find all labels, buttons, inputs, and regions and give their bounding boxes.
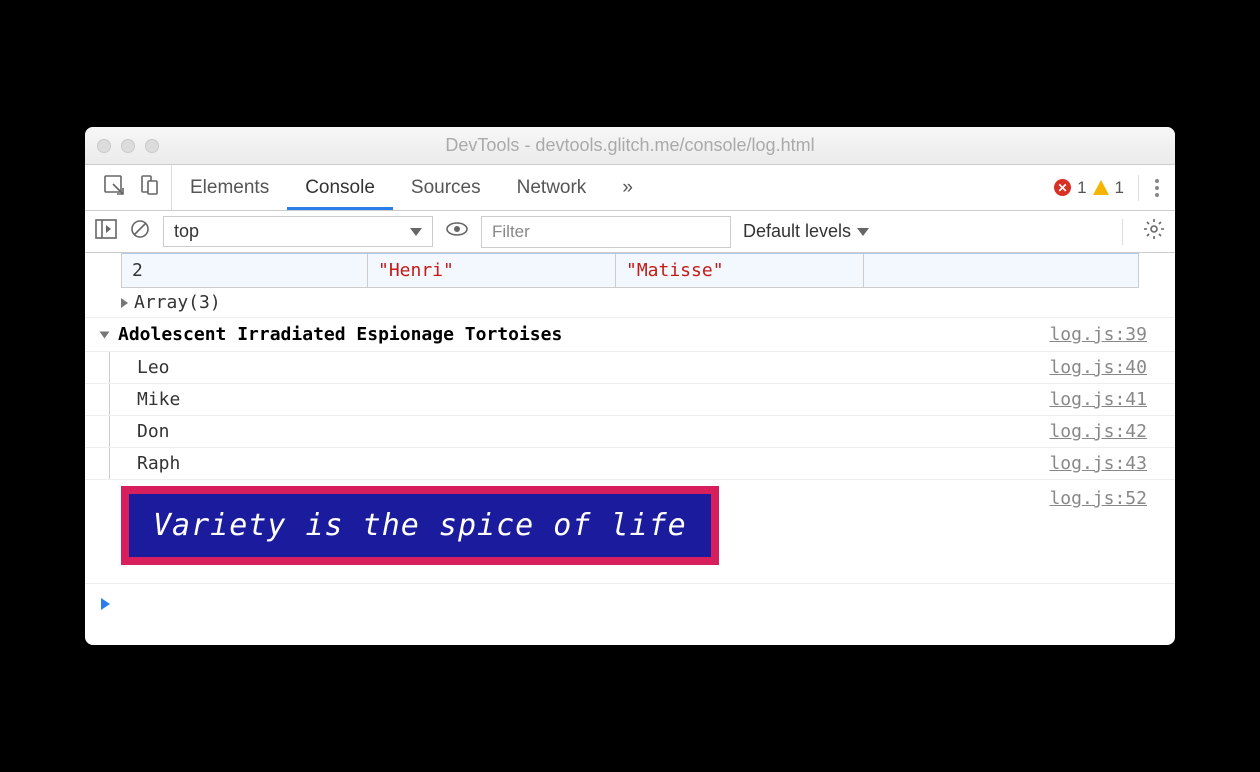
disclosure-triangle-icon[interactable]	[121, 298, 128, 308]
array-summary-line[interactable]: Array(3)	[85, 288, 1175, 318]
error-count[interactable]: 1	[1077, 178, 1086, 198]
tab-elements[interactable]: Elements	[172, 165, 287, 210]
levels-label: Default levels	[743, 221, 851, 242]
log-line[interactable]: Raph log.js:43	[85, 448, 1175, 480]
panel-tabs: Elements Console Sources Network » ✕ 1 1	[85, 165, 1175, 211]
log-group-header[interactable]: Adolescent Irradiated Espionage Tortoise…	[85, 318, 1175, 352]
log-line[interactable]: Don log.js:42	[85, 416, 1175, 448]
divider	[1122, 219, 1123, 245]
chevron-down-icon	[410, 228, 422, 236]
source-link[interactable]: log.js:43	[1049, 453, 1147, 474]
divider	[1138, 175, 1139, 201]
traffic-lights	[97, 139, 159, 153]
tab-network[interactable]: Network	[499, 165, 605, 210]
styled-log-message: Variety is the spice of life	[121, 486, 719, 565]
error-icon: ✕	[1054, 179, 1071, 196]
source-link[interactable]: log.js:39	[1049, 324, 1147, 345]
table-cell-first: "Henri"	[368, 254, 616, 287]
table-cell-last: "Matisse"	[616, 254, 864, 287]
close-window-button[interactable]	[97, 139, 111, 153]
styled-log-line[interactable]: Variety is the spice of life log.js:52	[85, 480, 1175, 584]
devtools-window: DevTools - devtools.glitch.me/console/lo…	[85, 127, 1175, 645]
tab-console[interactable]: Console	[287, 165, 393, 210]
source-link[interactable]: log.js:52	[1049, 486, 1147, 509]
log-levels-selector[interactable]: Default levels	[743, 221, 869, 242]
log-message: Mike	[137, 389, 1049, 410]
status-icons: ✕ 1 1	[1054, 178, 1130, 198]
clear-console-icon[interactable]	[129, 218, 151, 245]
filter-input[interactable]	[481, 216, 731, 248]
source-link[interactable]: log.js:42	[1049, 421, 1147, 442]
context-selector[interactable]: top	[163, 216, 433, 247]
warning-count[interactable]: 1	[1115, 178, 1124, 198]
log-line[interactable]: Mike log.js:41	[85, 384, 1175, 416]
sidebar-toggle-icon[interactable]	[95, 219, 117, 244]
table-row[interactable]: 2 "Henri" "Matisse"	[121, 253, 1139, 288]
table-cell-index: 2	[122, 254, 368, 287]
live-expression-icon[interactable]	[445, 220, 469, 243]
chevron-down-icon	[857, 228, 869, 236]
prompt-caret-icon	[101, 598, 110, 610]
console-toolbar: top Default levels	[85, 211, 1175, 253]
array-summary: Array(3)	[134, 292, 221, 313]
log-message: Don	[137, 421, 1049, 442]
device-toggle-icon[interactable]	[139, 174, 161, 201]
log-message: Raph	[137, 453, 1049, 474]
window-title: DevTools - devtools.glitch.me/console/lo…	[85, 135, 1175, 156]
source-link[interactable]: log.js:41	[1049, 389, 1147, 410]
source-link[interactable]: log.js:40	[1049, 357, 1147, 378]
settings-icon[interactable]	[1143, 218, 1165, 245]
minimize-window-button[interactable]	[121, 139, 135, 153]
tabs-overflow[interactable]: »	[604, 165, 651, 210]
group-title: Adolescent Irradiated Espionage Tortoise…	[118, 324, 562, 345]
disclosure-triangle-open-icon[interactable]	[100, 331, 110, 338]
inspect-icon[interactable]	[103, 174, 125, 201]
table-cell-empty	[864, 254, 1138, 287]
more-menu-button[interactable]	[1147, 179, 1167, 197]
console-output: 2 "Henri" "Matisse" Array(3) Adolescent …	[85, 253, 1175, 645]
console-prompt[interactable]	[85, 584, 1175, 645]
log-message: Leo	[137, 357, 1049, 378]
tab-sources[interactable]: Sources	[393, 165, 499, 210]
context-value: top	[174, 221, 199, 242]
titlebar: DevTools - devtools.glitch.me/console/lo…	[85, 127, 1175, 165]
zoom-window-button[interactable]	[145, 139, 159, 153]
log-line[interactable]: Leo log.js:40	[85, 352, 1175, 384]
tab-icon-group	[93, 165, 172, 210]
warning-icon	[1093, 180, 1109, 195]
